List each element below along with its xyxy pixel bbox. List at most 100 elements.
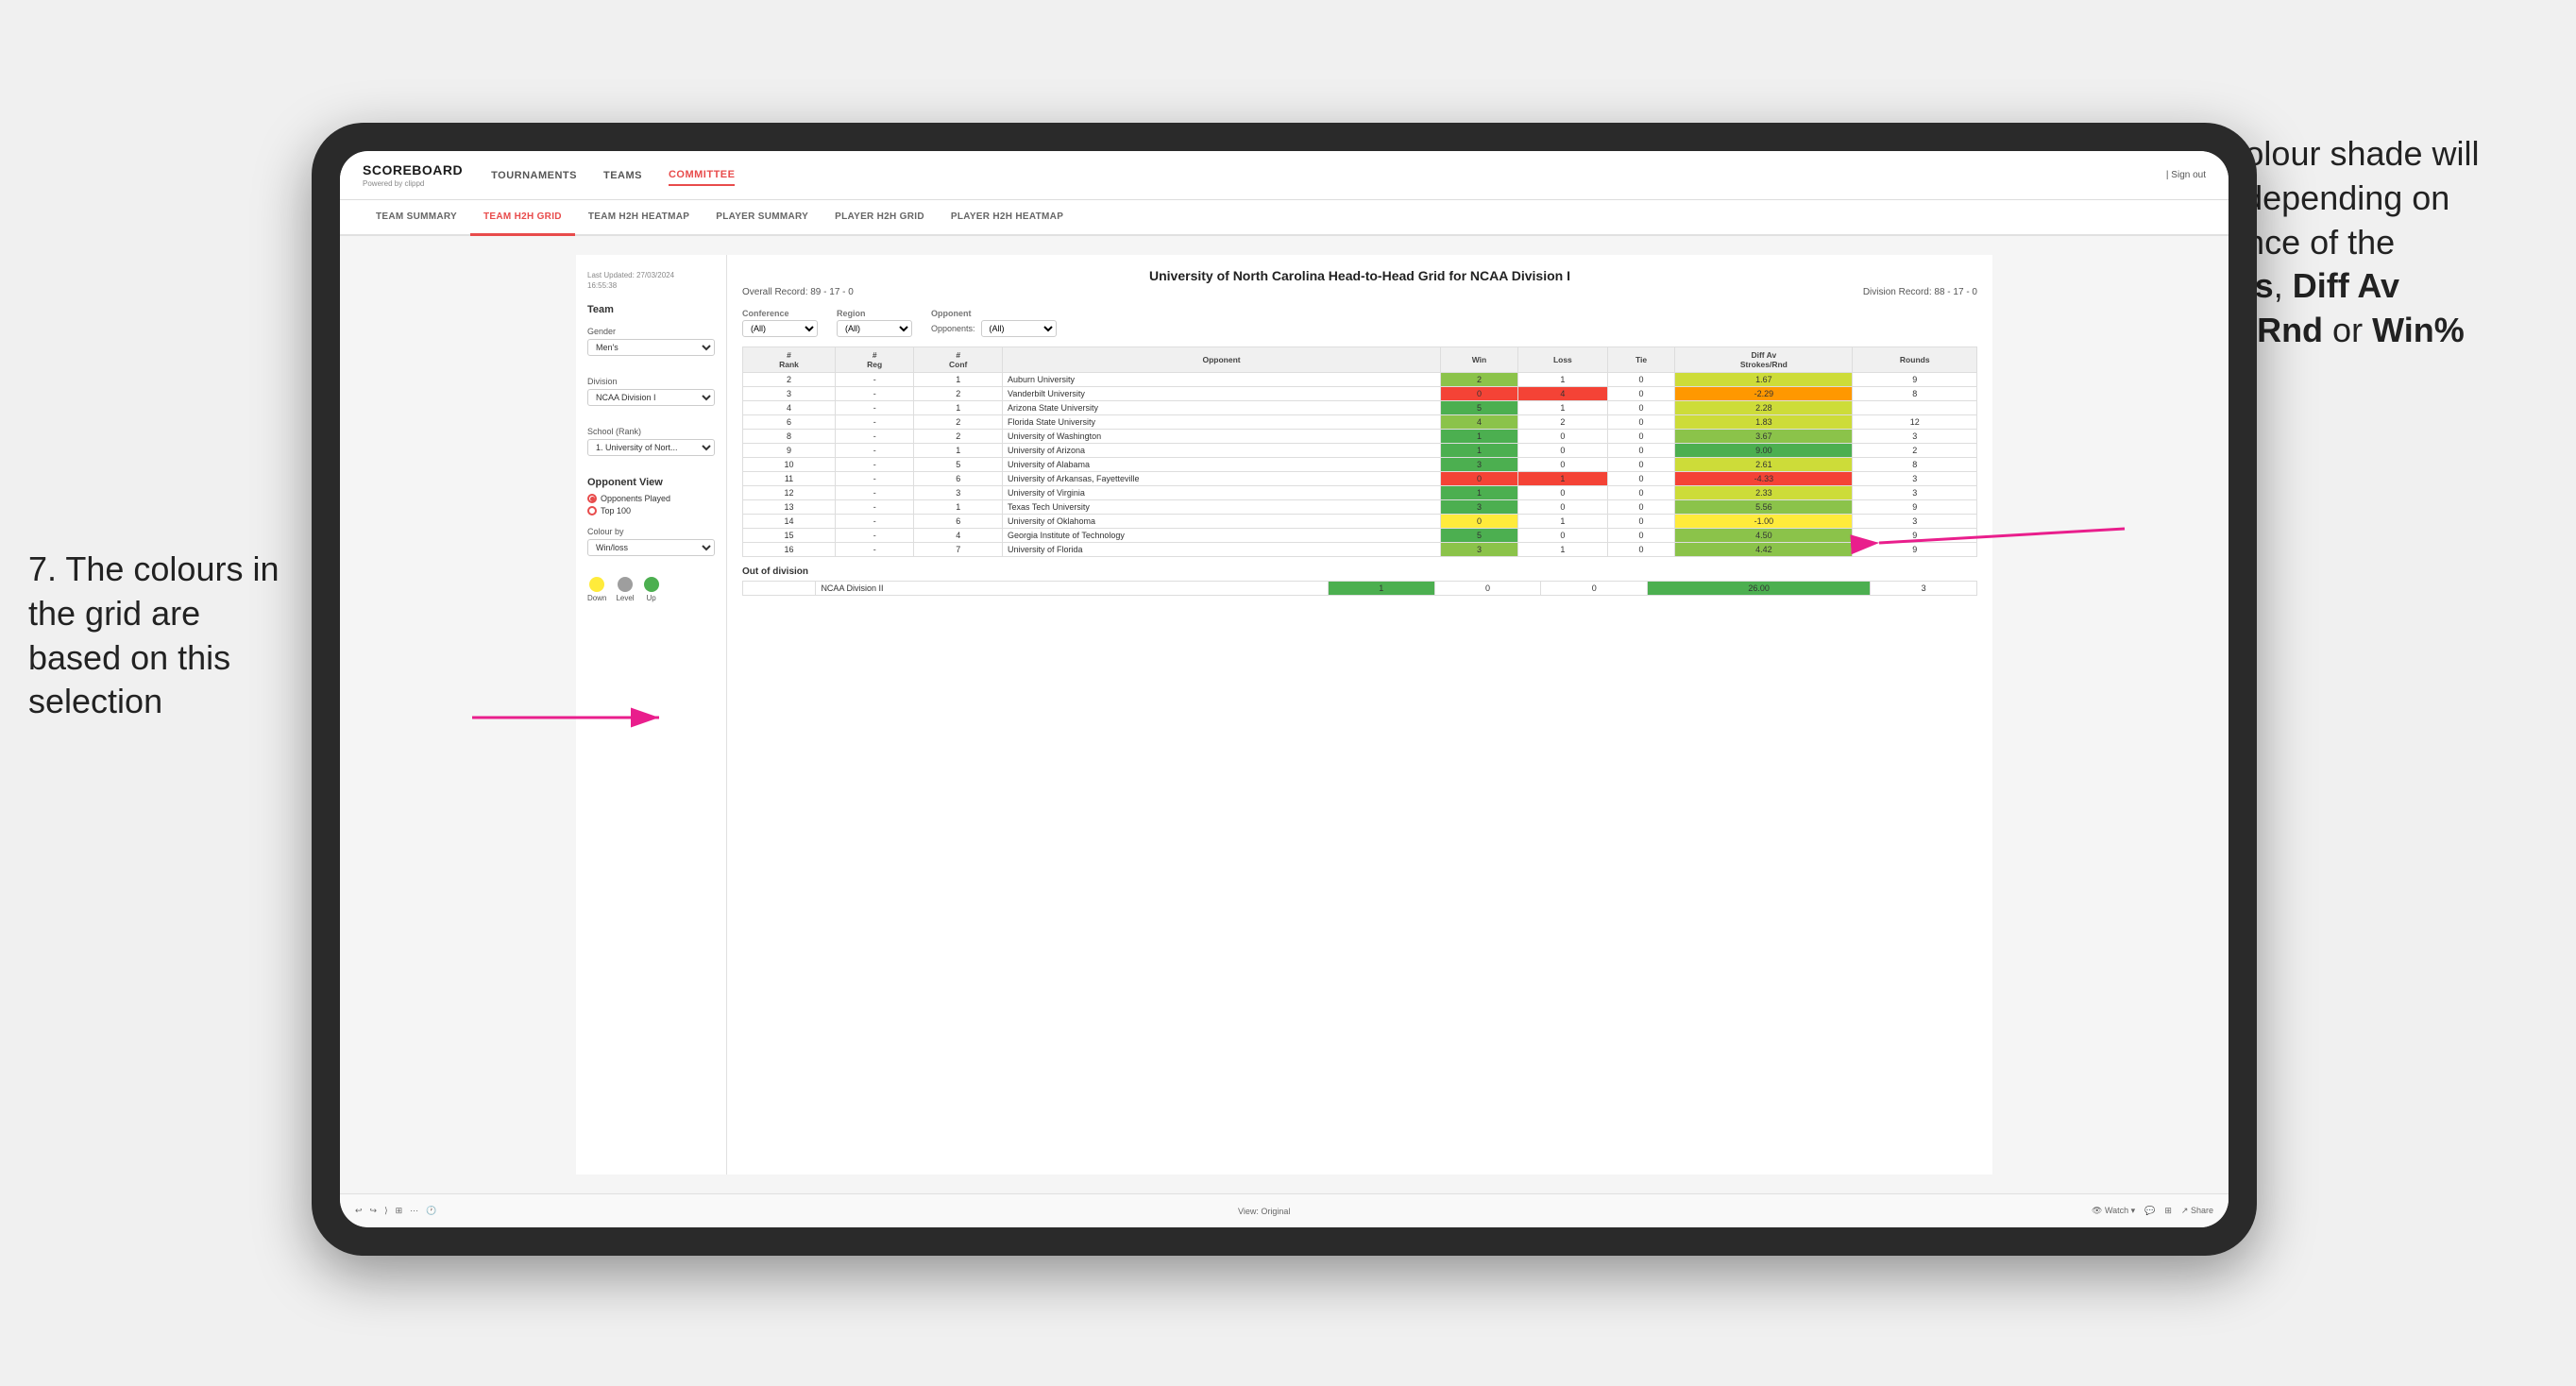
cell-win: 2 (1441, 373, 1518, 387)
share-btn[interactable]: ↗ Share (2181, 1206, 2213, 1216)
region-filter: Region (All) (837, 309, 912, 337)
gender-label: Gender (587, 327, 715, 336)
table-row: 15 - 4 Georgia Institute of Technology 5… (743, 529, 1977, 543)
h2h-table: #Rank #Reg #Conf Opponent Win Loss Tie D… (742, 346, 1977, 557)
nav-committee[interactable]: COMMITTEE (669, 165, 736, 186)
ood-loss: 0 (1434, 582, 1541, 596)
ood-table-row: NCAA Division II 1 0 0 26.00 3 (743, 582, 1977, 596)
toolbar-left: ↩ ↪ ⟩ ⊞ ⋯ 🕐 (355, 1206, 436, 1216)
nav-teams[interactable]: TEAMS (603, 166, 642, 185)
radio-top100[interactable]: Top 100 (587, 506, 715, 516)
cell-opponent: University of Washington (1002, 430, 1440, 444)
tab-player-h2h-grid[interactable]: PLAYER H2H GRID (822, 200, 938, 236)
division-select[interactable]: NCAA Division I (587, 389, 715, 406)
cell-conf: 3 (914, 486, 1003, 500)
team-label: Team (587, 304, 715, 315)
cell-reg: - (836, 444, 914, 458)
cell-tie: 0 (1607, 444, 1674, 458)
legend-down-dot (589, 577, 604, 592)
logo-text: SCOREBOARD (363, 162, 463, 177)
radio-group: Opponents Played Top 100 (587, 494, 715, 516)
toolbar-more[interactable]: ⋯ (410, 1206, 418, 1216)
cell-opponent: University of Alabama (1002, 458, 1440, 472)
cell-diff: 4.50 (1675, 529, 1853, 543)
cell-rounds: 3 (1853, 515, 1977, 529)
cell-win: 3 (1441, 458, 1518, 472)
tab-team-summary[interactable]: TEAM SUMMARY (363, 200, 470, 236)
ood-rounds: 3 (1871, 582, 1977, 596)
cell-opponent: Auburn University (1002, 373, 1440, 387)
left-sidebar: Last Updated: 27/03/202416:55:38 Team Ge… (576, 255, 727, 1175)
grid-record: Overall Record: 89 - 17 - 0 Division Rec… (742, 287, 1977, 297)
gender-select[interactable]: Men's (587, 339, 715, 356)
legend-level-dot (618, 577, 633, 592)
nav-tournaments[interactable]: TOURNAMENTS (491, 166, 577, 185)
toolbar-center: View: Original (1238, 1207, 1290, 1216)
cell-diff: 4.42 (1675, 543, 1853, 557)
cell-tie: 0 (1607, 529, 1674, 543)
sign-out[interactable]: | Sign out (2166, 170, 2206, 180)
table-row: 14 - 6 University of Oklahoma 0 1 0 -1.0… (743, 515, 1977, 529)
cell-loss: 1 (1517, 515, 1607, 529)
sidebar-colour-by-section: Colour by Win/loss (587, 527, 715, 566)
legend-down-label: Down (587, 594, 606, 602)
cell-opponent: University of Arizona (1002, 444, 1440, 458)
watch-btn[interactable]: 👁 Watch ▾ (2092, 1206, 2135, 1216)
toolbar-forward[interactable]: ⟩ (384, 1206, 388, 1216)
colour-by-select[interactable]: Win/loss (587, 539, 715, 556)
tab-player-summary[interactable]: PLAYER SUMMARY (703, 200, 822, 236)
cell-rank: 4 (743, 401, 836, 415)
cell-tie: 0 (1607, 401, 1674, 415)
cell-conf: 2 (914, 415, 1003, 430)
legend-level-label: Level (616, 594, 634, 602)
cell-conf: 1 (914, 444, 1003, 458)
cell-reg: - (836, 486, 914, 500)
sidebar-school-section: School (Rank) 1. University of Nort... (587, 427, 715, 465)
table-row: 12 - 3 University of Virginia 1 0 0 2.33… (743, 486, 1977, 500)
colour-by-label: Colour by (587, 527, 715, 536)
tab-team-h2h-grid[interactable]: TEAM H2H GRID (470, 200, 575, 236)
cell-conf: 1 (914, 500, 1003, 515)
radio-opponents-played[interactable]: Opponents Played (587, 494, 715, 503)
cell-diff: 3.67 (1675, 430, 1853, 444)
cell-tie: 0 (1607, 415, 1674, 430)
cell-rounds: 3 (1853, 472, 1977, 486)
opponent-filter: Opponent Opponents: (All) (931, 309, 1057, 337)
ood-tie: 0 (1541, 582, 1648, 596)
cell-rank: 16 (743, 543, 836, 557)
cell-opponent: University of Virginia (1002, 486, 1440, 500)
cell-rank: 9 (743, 444, 836, 458)
cell-opponent: University of Florida (1002, 543, 1440, 557)
toolbar-clock[interactable]: 🕐 (426, 1206, 436, 1216)
cell-rank: 2 (743, 373, 836, 387)
cell-loss: 1 (1517, 472, 1607, 486)
cell-conf: 4 (914, 529, 1003, 543)
toolbar-copy[interactable]: ⊞ (396, 1206, 403, 1216)
toolbar-right: 👁 Watch ▾ 💬 ⊞ ↗ Share (2092, 1206, 2213, 1216)
conference-select[interactable]: (All) (742, 320, 818, 337)
out-of-division-label: Out of division (742, 566, 1977, 577)
toolbar-redo[interactable]: ↪ (370, 1206, 378, 1216)
ood-diff: 26.00 (1648, 582, 1871, 596)
school-select[interactable]: 1. University of Nort... (587, 439, 715, 456)
cell-reg: - (836, 543, 914, 557)
cell-conf: 5 (914, 458, 1003, 472)
tab-player-h2h-heatmap[interactable]: PLAYER H2H HEATMAP (938, 200, 1076, 236)
toolbar-undo[interactable]: ↩ (355, 1206, 363, 1216)
main-content: Last Updated: 27/03/202416:55:38 Team Ge… (340, 236, 2229, 1193)
cell-loss: 4 (1517, 387, 1607, 401)
layout-btn[interactable]: ⊞ (2164, 1206, 2172, 1216)
tab-team-h2h-heatmap[interactable]: TEAM H2H HEATMAP (575, 200, 703, 236)
opponent-select[interactable]: (All) (981, 320, 1057, 337)
division-label: Division (587, 377, 715, 386)
color-legend: Down Level Up (587, 577, 715, 602)
comment-btn[interactable]: 💬 (2144, 1206, 2155, 1216)
cell-tie: 0 (1607, 500, 1674, 515)
cell-rank: 13 (743, 500, 836, 515)
region-select[interactable]: (All) (837, 320, 912, 337)
table-row: 8 - 2 University of Washington 1 0 0 3.6… (743, 430, 1977, 444)
cell-opponent: Vanderbilt University (1002, 387, 1440, 401)
legend-up-label: Up (646, 594, 655, 602)
cell-reg: - (836, 430, 914, 444)
cell-tie: 0 (1607, 515, 1674, 529)
